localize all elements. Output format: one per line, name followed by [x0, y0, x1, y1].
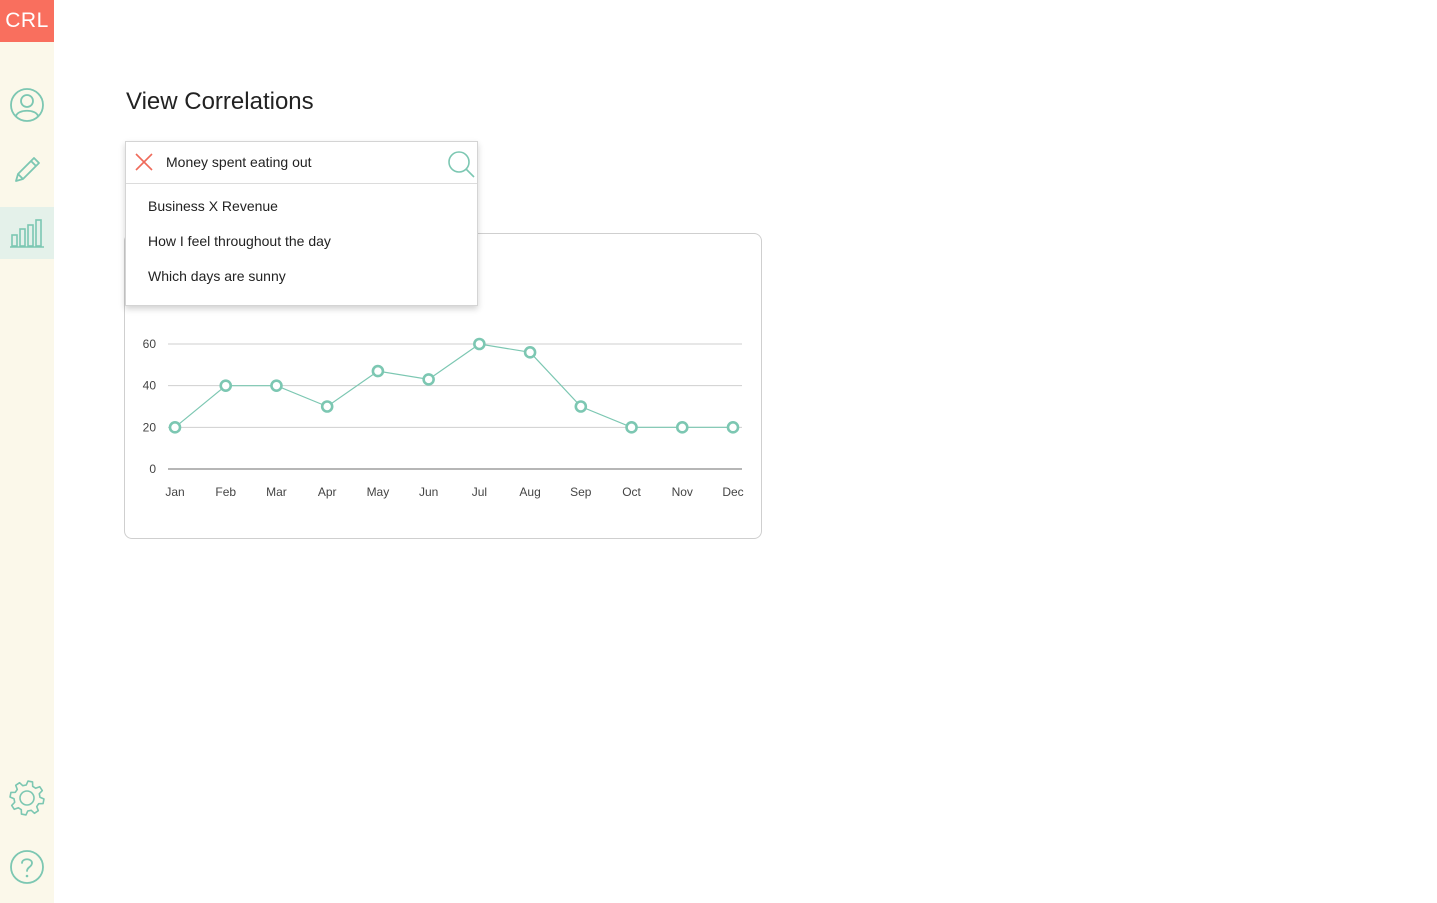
search-icon[interactable]: [447, 150, 475, 178]
data-point: [675, 421, 689, 434]
data-point: [523, 346, 537, 359]
x-tick-label: Dec: [722, 485, 743, 499]
sidebar-item-profile[interactable]: [0, 79, 54, 131]
sidebar-item-edit[interactable]: [0, 144, 54, 196]
sidebar-item-correlations[interactable]: [0, 207, 54, 259]
data-point: [726, 421, 740, 434]
data-point: [270, 379, 283, 392]
y-tick-label: 0: [149, 462, 156, 476]
suggestion-item[interactable]: How I feel throughout the day: [148, 233, 331, 249]
suggestion-item[interactable]: Which days are sunny: [148, 268, 286, 284]
data-point: [168, 421, 182, 434]
data-point: [473, 337, 486, 351]
gear-icon: [7, 778, 47, 818]
x-tick-label: Oct: [622, 485, 641, 499]
x-tick-label: Jun: [419, 485, 438, 499]
x-tick-label: Mar: [266, 485, 287, 499]
x-tick-label: Sep: [570, 485, 592, 499]
search-input[interactable]: [166, 150, 441, 174]
sidebar-item-settings[interactable]: [0, 772, 54, 824]
x-tick-label: Aug: [519, 485, 540, 499]
search-dropdown: Business X Revenue How I feel throughout…: [125, 141, 478, 306]
page-title: View Correlations: [126, 88, 314, 115]
x-tick-label: Feb: [215, 485, 236, 499]
data-point: [371, 364, 385, 378]
data-point: [625, 421, 638, 434]
question-icon: [9, 849, 45, 885]
search-row: [126, 142, 477, 184]
sidebar-item-help[interactable]: [0, 841, 54, 893]
x-tick-label: Apr: [318, 485, 337, 499]
sidebar: CRL: [0, 0, 54, 903]
x-tick-label: Jan: [165, 485, 184, 499]
data-point: [574, 400, 588, 413]
data-point: [422, 373, 435, 386]
suggestion-item[interactable]: Business X Revenue: [148, 198, 278, 214]
data-point: [320, 400, 334, 413]
pencil-icon: [10, 153, 44, 187]
y-tick-label: 60: [143, 337, 157, 351]
y-tick-label: 40: [143, 379, 157, 393]
x-tick-label: Nov: [672, 485, 693, 499]
bar-chart-icon: [10, 218, 44, 248]
y-tick-label: 20: [143, 420, 157, 434]
data-point: [219, 379, 233, 392]
user-icon: [9, 87, 45, 123]
close-icon[interactable]: [134, 152, 154, 172]
app-logo[interactable]: CRL: [0, 0, 54, 42]
x-tick-label: Jul: [472, 485, 487, 499]
x-tick-label: May: [367, 485, 390, 499]
